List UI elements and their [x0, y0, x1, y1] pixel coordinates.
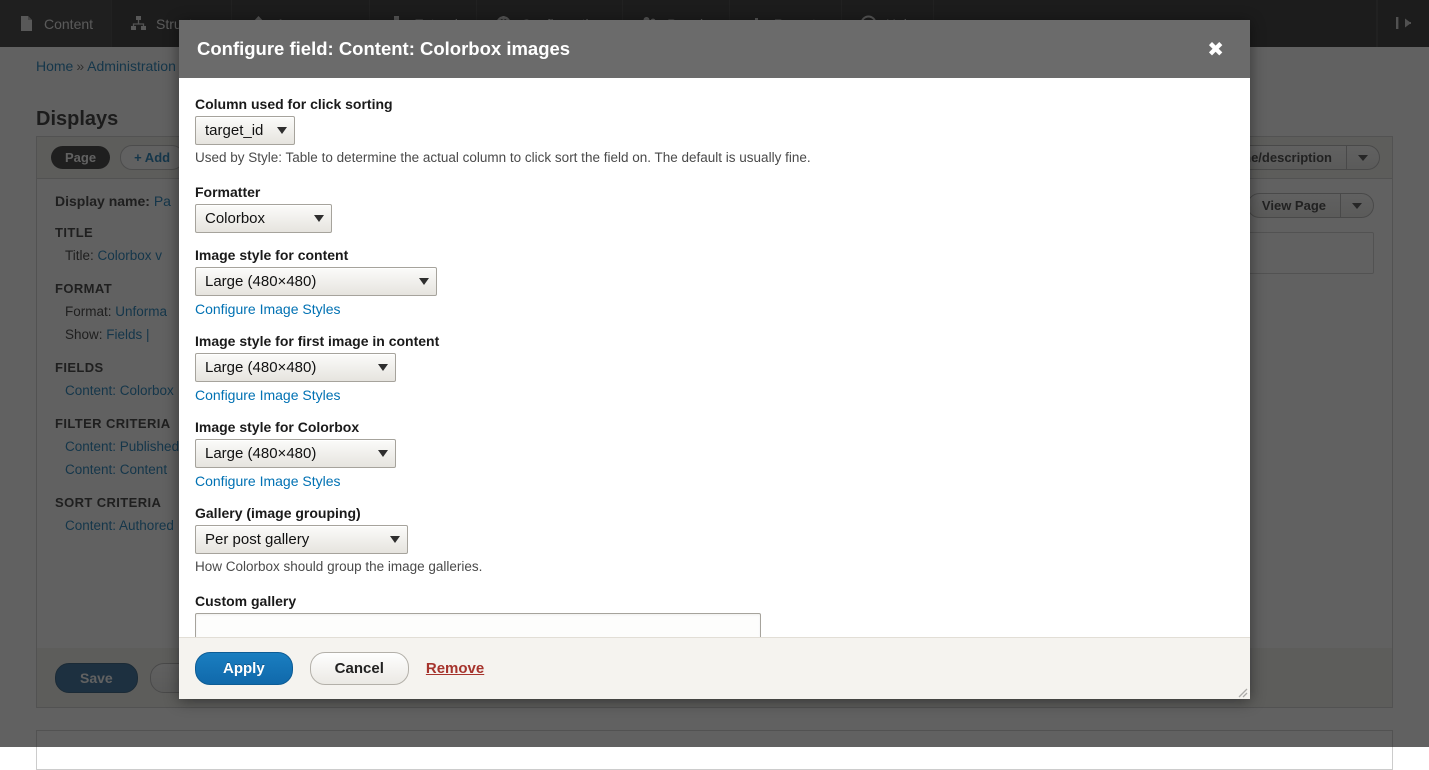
chevron-down-icon [390, 536, 400, 543]
gallery-description: How Colorbox should group the image gall… [195, 559, 1234, 574]
dialog-title: Configure field: Content: Colorbox image… [197, 38, 1199, 60]
configure-image-styles-link[interactable]: Configure Image Styles [195, 301, 341, 317]
remove-link[interactable]: Remove [426, 660, 484, 677]
chevron-down-icon [378, 364, 388, 371]
chevron-down-icon [419, 278, 429, 285]
gallery-label: Gallery (image grouping) [195, 505, 1234, 521]
dialog-footer: Apply Cancel Remove [179, 637, 1250, 699]
custom-gallery-label: Custom gallery [195, 593, 1234, 609]
click-sorting-description: Used by Style: Table to determine the ac… [195, 150, 1234, 165]
chevron-down-icon [314, 215, 324, 222]
configure-field-dialog: Configure field: Content: Colorbox image… [179, 20, 1250, 699]
click-sorting-value: target_id [205, 122, 273, 139]
resize-handle-icon[interactable] [1236, 685, 1248, 697]
formatter-label: Formatter [195, 184, 1234, 200]
configure-image-styles-link[interactable]: Configure Image Styles [195, 473, 341, 489]
formatter-value: Colorbox [205, 210, 275, 227]
configure-image-styles-link[interactable]: Configure Image Styles [195, 387, 341, 403]
field-image-style-colorbox: Image style for Colorbox Large (480×480)… [195, 419, 1234, 491]
field-custom-gallery: Custom gallery [195, 593, 1234, 637]
click-sorting-select[interactable]: target_id [195, 116, 295, 145]
image-style-content-select[interactable]: Large (480×480) [195, 267, 437, 296]
image-style-first-label: Image style for first image in content [195, 333, 1234, 349]
gallery-select[interactable]: Per post gallery [195, 525, 408, 554]
image-style-colorbox-select[interactable]: Large (480×480) [195, 439, 396, 468]
field-image-style-content: Image style for content Large (480×480) … [195, 247, 1234, 319]
field-click-sorting: Column used for click sorting target_id … [195, 96, 1234, 165]
field-image-style-first: Image style for first image in content L… [195, 333, 1234, 405]
image-style-colorbox-value: Large (480×480) [205, 445, 326, 462]
image-style-colorbox-label: Image style for Colorbox [195, 419, 1234, 435]
custom-gallery-input[interactable] [195, 613, 761, 637]
image-style-first-value: Large (480×480) [205, 359, 326, 376]
chevron-down-icon [378, 450, 388, 457]
dialog-body: Column used for click sorting target_id … [179, 78, 1250, 637]
cancel-button[interactable]: Cancel [310, 652, 409, 685]
dialog-header: Configure field: Content: Colorbox image… [179, 20, 1250, 78]
image-style-content-value: Large (480×480) [205, 273, 326, 290]
close-icon[interactable]: ✖ [1199, 35, 1232, 63]
field-formatter: Formatter Colorbox [195, 184, 1234, 233]
formatter-select[interactable]: Colorbox [195, 204, 332, 233]
image-style-first-select[interactable]: Large (480×480) [195, 353, 396, 382]
image-style-content-label: Image style for content [195, 247, 1234, 263]
click-sorting-label: Column used for click sorting [195, 96, 1234, 112]
apply-button[interactable]: Apply [195, 652, 293, 685]
chevron-down-icon [277, 127, 287, 134]
gallery-value: Per post gallery [205, 531, 319, 548]
field-gallery: Gallery (image grouping) Per post galler… [195, 505, 1234, 574]
